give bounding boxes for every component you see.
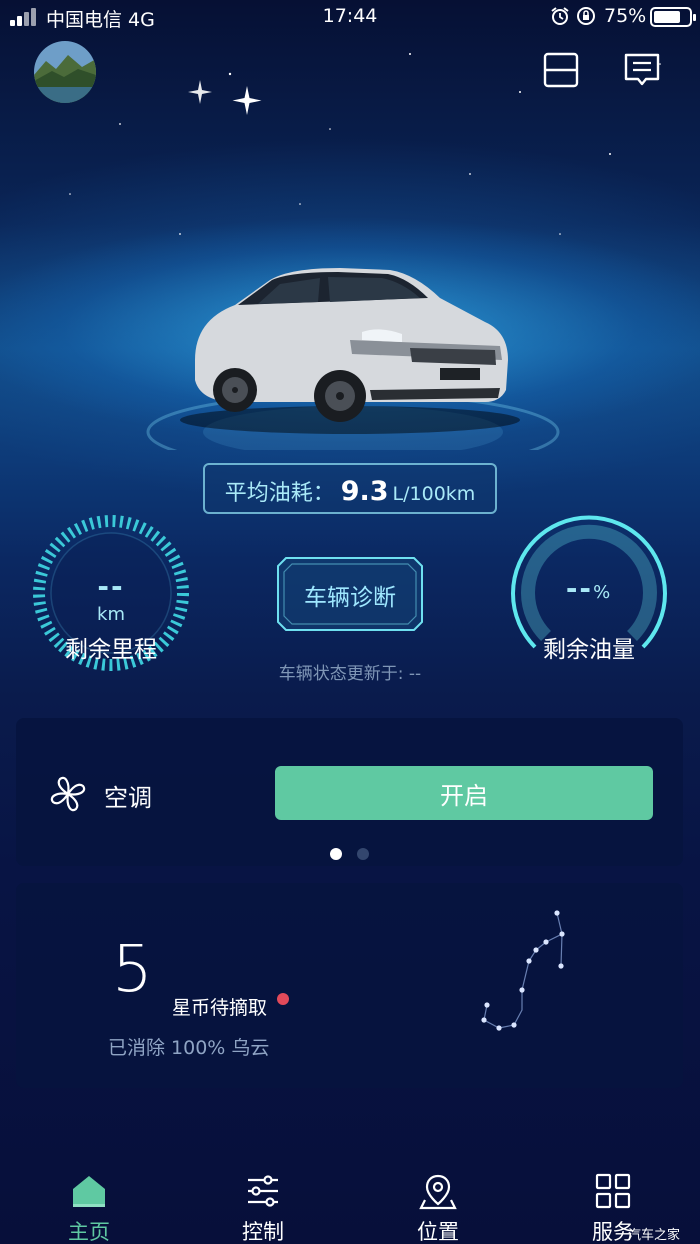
ac-on-button[interactable]: 开启 [275,766,653,820]
coin-label: 星币待摘取 [172,997,268,1019]
coin-subtitle: 已消除 100% 乌云 [108,1037,270,1059]
avatar[interactable] [34,41,96,103]
fuel-level-unit: % [593,582,613,603]
page-indicator-1[interactable] [330,848,342,860]
tab-control-label: 控制 [242,1220,284,1244]
status-update-text: 车辆状态更新于: -- [278,664,422,684]
diagnosis-label: 车辆诊断 [304,585,396,611]
tab-home-label: 主页 [68,1220,110,1244]
control-card: 空调 开启 [16,718,683,866]
location-icon [419,1174,457,1210]
coin-count: 5 [112,933,153,1007]
message-icon[interactable] [622,50,662,90]
notification-badge [277,993,289,1005]
avatar-landscape-icon [34,41,96,103]
battery-percent: 75% [604,5,647,27]
tab-home[interactable]: 主页 [29,1160,149,1244]
page-indicator-2[interactable] [357,848,369,860]
fuel-level-value: -- [565,572,594,605]
alarm-icon [551,7,569,25]
home-icon [73,1176,105,1207]
grid-icon [595,1173,631,1209]
star-coin-card[interactable]: 5 星币待摘取 已消除 100% 乌云 [16,883,683,1088]
fuel-value: 9.3 [340,476,389,507]
range-gauge[interactable]: -- km 剩余里程 [30,512,192,674]
avg-fuel-consumption: 平均油耗： 9.3 L/100km [203,463,497,514]
fan-icon [50,776,86,812]
battery-icon [650,7,696,27]
range-unit: km [97,604,125,625]
rotation-lock-icon [577,7,595,25]
watermark: 汽车之家 [628,1228,681,1243]
ac-label: 空调 [104,784,152,812]
fuel-level-gauge[interactable]: --% 剩余油量 [508,512,670,674]
vehicle-diagnosis-button[interactable]: 车辆诊断 [276,556,424,632]
fuel-unit: L/100km [392,483,476,505]
scan-icon[interactable] [541,50,581,90]
status-bar: 中国电信 4G 17:44 75% [0,0,700,34]
car-image [146,268,560,450]
bottom-tab-bar: 主页 控制 位置 服务 [0,1160,700,1244]
fuel-label: 平均油耗： [224,481,335,506]
tab-location-label: 位置 [417,1220,459,1244]
constellation-icon [481,910,565,1031]
tab-control[interactable]: 控制 [203,1160,323,1244]
tab-location[interactable]: 位置 [378,1160,498,1244]
battery-fill [654,11,680,23]
fuel-level-value-row: --% [508,572,670,605]
range-value: -- [97,570,125,603]
sliders-icon [248,1175,278,1207]
